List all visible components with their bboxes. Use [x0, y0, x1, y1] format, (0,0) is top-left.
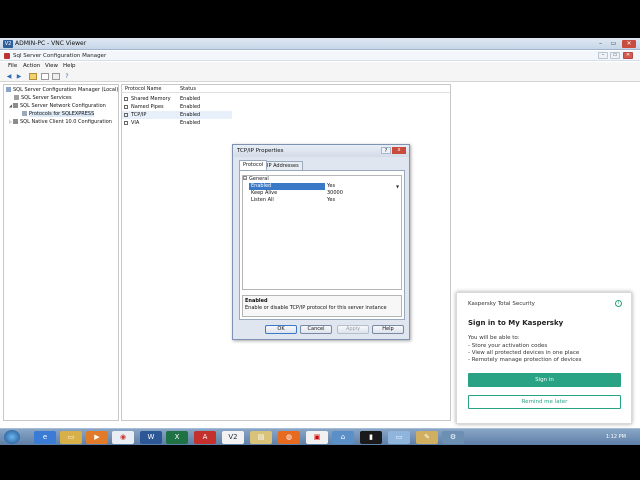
properties-icon[interactable]	[52, 73, 60, 80]
menu-help[interactable]: Help	[63, 63, 76, 70]
tcpip-properties-dialog: TCP/IP Properties ? x Protocol IP Addres…	[232, 144, 410, 340]
column-protocol-name[interactable]: Protocol Name	[125, 86, 162, 92]
folder-up-icon[interactable]	[29, 73, 37, 80]
ie-icon[interactable]: e	[34, 431, 56, 444]
protocol-panel: – General Enabled Yes ▼ Keep Alive 30000…	[239, 170, 405, 320]
chevron-down-icon[interactable]: ▼	[395, 184, 400, 189]
table-row[interactable]: Named Pipes Enabled	[122, 103, 232, 111]
paint-icon[interactable]: ✎	[416, 431, 438, 444]
table-row[interactable]: TCP/IP Enabled	[122, 111, 232, 119]
client-icon	[13, 119, 18, 124]
vnc-window-title: ADMIN-PC - VNC Viewer	[15, 40, 87, 47]
help-button[interactable]: Help	[372, 325, 404, 334]
vnc-icon[interactable]: V2	[222, 431, 244, 444]
word-icon[interactable]: W	[140, 431, 162, 444]
network-icon	[13, 103, 18, 108]
back-arrow-icon[interactable]: ◀	[5, 73, 13, 80]
toolbar: ◀ ▶ ?	[0, 71, 640, 82]
tree-item-native-client[interactable]: ▷ SQL Native Client 10.0 Configuration	[9, 119, 112, 125]
protocol-icon	[124, 121, 128, 125]
kaspersky-brand: Kaspersky Total Security	[468, 301, 535, 307]
dialog-help-button[interactable]: ?	[381, 147, 391, 154]
sql-config-icon	[4, 53, 10, 59]
explorer-icon[interactable]: ▤	[250, 431, 272, 444]
close-button[interactable]: ✕	[622, 40, 636, 48]
list-header: Protocol Name Status	[122, 85, 450, 93]
app-title: Sql Server Configuration Manager	[13, 53, 107, 59]
collapse-group-icon[interactable]: –	[243, 176, 247, 181]
clock[interactable]: 1:12 PM	[606, 433, 626, 441]
property-grid: – General Enabled Yes ▼ Keep Alive 30000…	[242, 175, 402, 290]
property-row-listen-all[interactable]: Listen All Yes	[243, 197, 401, 204]
kaspersky-notification: Kaspersky Total Security i Sign in to My…	[456, 292, 632, 424]
start-button[interactable]	[4, 430, 20, 444]
minimize-button[interactable]: –	[595, 40, 606, 48]
property-description: Enabled Enable or disable TCP/IP protoco…	[242, 295, 402, 317]
toast-heading: Sign in to My Kaspersky	[468, 319, 564, 327]
vnc-logo-icon: V2	[3, 40, 13, 48]
menu-file[interactable]: File	[8, 63, 17, 70]
excel-icon[interactable]: X	[166, 431, 188, 444]
chrome-icon[interactable]: ◉	[112, 431, 134, 444]
table-row[interactable]: VIA Enabled	[122, 119, 232, 127]
cancel-button[interactable]: Cancel	[300, 325, 332, 334]
help-icon[interactable]: ?	[63, 73, 71, 80]
folder-icon[interactable]: ▭	[60, 431, 82, 444]
info-icon[interactable]: i	[615, 300, 622, 307]
vnc-title-bar[interactable]: V2 ADMIN-PC - VNC Viewer – ▭ ✕	[0, 38, 640, 50]
tree-item-network-config[interactable]: ◢ SQL Server Network Configuration	[9, 103, 106, 109]
menu-action[interactable]: Action	[23, 63, 40, 70]
sign-in-button[interactable]: Sign in	[468, 373, 621, 387]
app-title-bar[interactable]: Sql Server Configuration Manager – ▭ ✕	[0, 51, 640, 61]
tree-item-services[interactable]: SQL Server Services	[14, 95, 72, 101]
tree-item-root[interactable]: SQL Server Configuration Manager (Local)	[6, 87, 118, 93]
property-group[interactable]: – General	[243, 176, 401, 183]
description-text: Enable or disable TCP/IP protocol for th…	[245, 305, 387, 311]
outlook-icon[interactable]: ▣	[306, 431, 328, 444]
protocols-icon	[22, 111, 27, 116]
cmd-icon[interactable]: ▮	[360, 431, 382, 444]
property-row-keep-alive[interactable]: Keep Alive 30000	[243, 190, 401, 197]
protocol-icon	[124, 97, 128, 101]
show-tree-icon[interactable]	[41, 73, 49, 80]
protocol-icon	[124, 105, 128, 109]
description-title: Enabled	[245, 298, 268, 304]
table-row[interactable]: Shared Memory Enabled	[122, 95, 232, 103]
app-close-button[interactable]: ✕	[623, 52, 633, 59]
forward-arrow-icon[interactable]: ▶	[15, 73, 23, 80]
app-maximize-button[interactable]: ▭	[610, 52, 620, 59]
apply-button[interactable]: Apply	[337, 325, 369, 334]
menu-view[interactable]: View	[45, 63, 58, 70]
list-item: - Remotely manage protection of devices	[468, 357, 582, 363]
dialog-close-button[interactable]: x	[392, 147, 406, 154]
app-minimize-button[interactable]: –	[598, 52, 608, 59]
acrobat-icon[interactable]: A	[194, 431, 216, 444]
services-icon	[14, 95, 19, 100]
server-icon	[6, 87, 11, 92]
menu-bar: File Action View Help	[0, 62, 640, 71]
column-status[interactable]: Status	[180, 86, 196, 92]
ok-button[interactable]: OK	[265, 325, 297, 334]
maximize-button[interactable]: ▭	[608, 40, 619, 48]
tree-pane: SQL Server Configuration Manager (Local)…	[3, 84, 119, 421]
protocol-icon	[124, 113, 128, 117]
network-icon[interactable]: ⌂	[332, 431, 354, 444]
tools-icon[interactable]: ⚙	[442, 431, 464, 444]
list-item: - Store your activation codes	[468, 343, 548, 349]
remote-desktop-icon[interactable]: ▭	[388, 431, 410, 444]
taskbar: e ▭ ▶ ◉ W X A V2 ▤ ◍ ▣ ⌂ ▮ ▭ ✎ ⚙ 1:12 PM	[0, 428, 640, 445]
tab-protocol[interactable]: Protocol	[239, 160, 268, 170]
dialog-title: TCP/IP Properties	[237, 148, 284, 154]
remind-me-later-button[interactable]: Remind me later	[468, 395, 621, 409]
media-player-icon[interactable]: ▶	[86, 431, 108, 444]
firefox-icon[interactable]: ◍	[278, 431, 300, 444]
tab-ip-addresses[interactable]: IP Addresses	[263, 161, 303, 170]
toast-intro: You will be able to:	[468, 335, 520, 341]
list-item: - View all protected devices in one plac…	[468, 350, 580, 356]
system-tray[interactable]	[560, 434, 596, 441]
property-row-enabled[interactable]: Enabled Yes ▼	[243, 183, 401, 190]
tree-item-protocols[interactable]: Protocols for SQLEXPRESS	[22, 111, 95, 117]
